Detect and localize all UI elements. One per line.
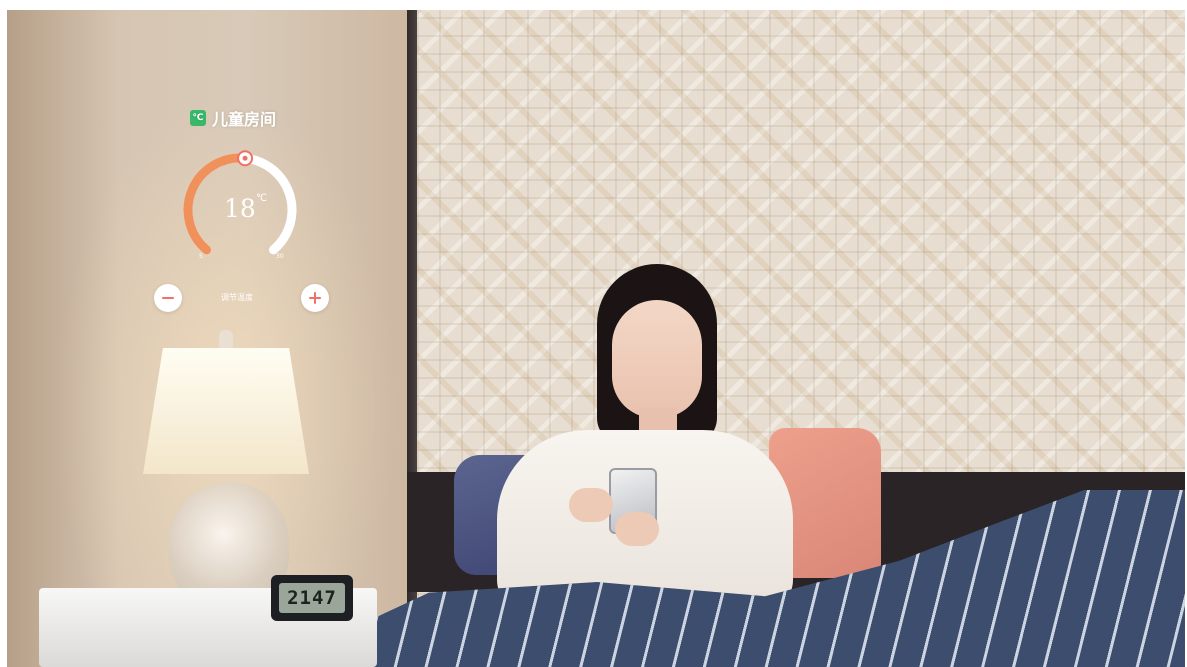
plus-icon (309, 292, 321, 304)
alarm-clock: 2147 (271, 575, 353, 621)
right-hand (615, 512, 659, 546)
bedroom-scene: 2147 (7, 10, 1185, 667)
temperature-unit: ℃ (256, 193, 268, 204)
lamp-shade (143, 348, 309, 474)
temperature-value: 18 (224, 194, 256, 223)
clock-display: 2147 (279, 583, 345, 613)
gauge-knob-dot (242, 155, 248, 161)
decrease-temperature-button[interactable] (154, 284, 182, 312)
left-hand (569, 488, 613, 522)
person-face (612, 300, 702, 418)
thermometer-icon: ℃ (190, 110, 206, 126)
adjust-temperature-label: 调节温度 (221, 293, 253, 302)
gauge-max-label: 30 (276, 253, 284, 260)
room-title: ℃ 儿童房间 (190, 106, 276, 130)
gauge-min-label: 5 (199, 253, 203, 260)
increase-temperature-button[interactable] (301, 284, 329, 312)
room-name: 儿童房间 (212, 110, 277, 129)
minus-icon (162, 297, 174, 299)
